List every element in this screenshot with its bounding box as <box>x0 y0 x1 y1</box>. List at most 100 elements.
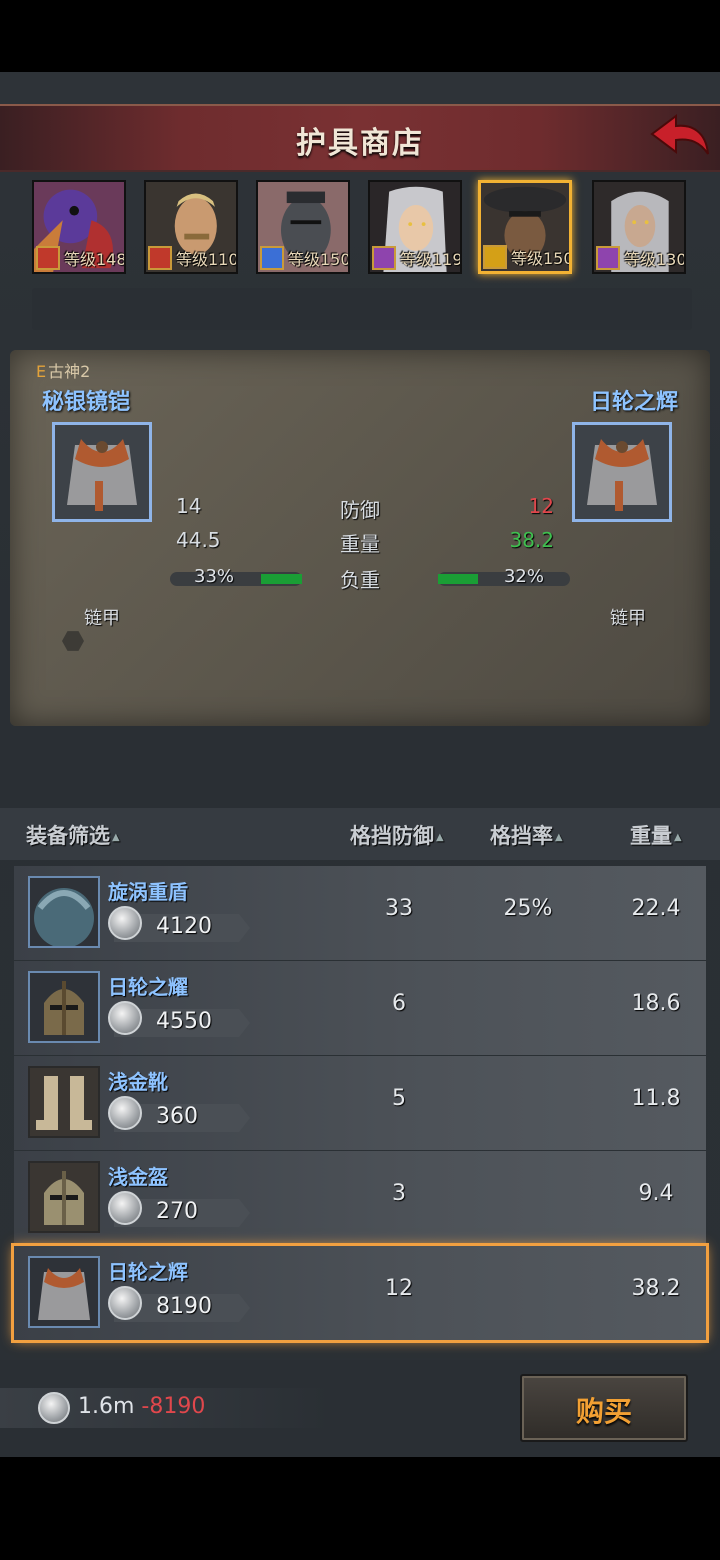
candidate-load-fill <box>438 574 478 584</box>
equipped-armor-slot[interactable] <box>52 422 152 522</box>
chainmail-icon <box>587 439 657 511</box>
hero-selector: 等级148 等级110 等级150 等级119 等级150 等级130 <box>0 172 720 292</box>
class-icon <box>483 245 507 269</box>
item-name: 旋涡重盾 <box>108 880 188 904</box>
armor-icon <box>28 1256 100 1328</box>
block-rate-sort[interactable]: 格挡率 ▲ <box>490 820 563 850</box>
sort-arrow-icon: ▲ <box>112 831 120 843</box>
coin-icon <box>108 1191 142 1225</box>
list-item[interactable]: 浅金靴 360 5 11.8 <box>14 1056 706 1150</box>
money-amount: 1.6m -8190 <box>78 1394 205 1419</box>
item-name: 浅金靴 <box>108 1070 168 1094</box>
block-def-value: 12 <box>385 1276 413 1301</box>
sort-arrow-icon: ▲ <box>674 831 682 843</box>
hero-level: 等级119 <box>400 250 462 269</box>
block-def-sort[interactable]: 格挡防御 ▲ <box>350 820 444 850</box>
candidate-defense: 12 <box>528 494 554 518</box>
sort-arrow-icon: ▲ <box>436 831 444 843</box>
item-name: 日轮之辉 <box>108 1260 188 1284</box>
filter-sort[interactable]: 装备筛选 ▲ <box>26 820 120 850</box>
list-item-selected[interactable]: 日轮之辉 8190 12 38.2 <box>14 1246 706 1340</box>
stat-defense: 14 防御 12 <box>170 494 560 524</box>
item-price: 360 <box>156 1104 198 1129</box>
equipped-defense: 14 <box>176 494 202 518</box>
item-name: 日轮之耀 <box>108 975 188 999</box>
buy-button[interactable]: 购买 <box>520 1374 688 1442</box>
item-price: 270 <box>156 1199 198 1224</box>
candidate-weight: 38.2 <box>509 528 554 552</box>
defense-label: 防御 <box>340 498 380 522</box>
coin-icon <box>108 1001 142 1035</box>
block-def-value: 5 <box>392 1086 406 1111</box>
weight-value: 11.8 <box>631 1086 681 1111</box>
item-price: 4120 <box>156 914 212 939</box>
coin-icon <box>108 906 142 940</box>
coin-icon <box>38 1392 70 1424</box>
shield-icon <box>28 876 100 948</box>
candidate-load: 32% <box>503 566 544 587</box>
equipped-load-bar <box>170 572 302 586</box>
block-def-value: 6 <box>392 991 406 1016</box>
money-value: 1.6m <box>78 1394 135 1419</box>
item-price: 8190 <box>156 1294 212 1319</box>
block-rate-value: 25% <box>503 896 553 921</box>
block-def-label: 格挡防御 <box>350 824 434 848</box>
list-item[interactable]: 浅金盔 270 3 9.4 <box>14 1151 706 1245</box>
item-price: 4550 <box>156 1009 212 1034</box>
weight-label: 重量 <box>630 824 672 848</box>
load-label: 负重 <box>340 568 380 592</box>
weight-value: 9.4 <box>638 1181 674 1206</box>
grade-letter: E <box>36 362 47 381</box>
back-arrow-icon[interactable] <box>648 110 712 164</box>
chainmail-icon <box>67 439 137 511</box>
helmet-icon <box>28 1161 100 1233</box>
filter-label: 装备筛选 <box>26 824 110 848</box>
hero-level: 等级110 <box>176 250 238 269</box>
boots-icon <box>28 1066 100 1138</box>
equipped-name: 秘银镜铠 <box>42 390 131 415</box>
item-name: 浅金盔 <box>108 1165 168 1189</box>
class-icon <box>260 246 284 270</box>
hero-portrait-3[interactable]: 等级150 <box>256 180 350 274</box>
block-def-value: 33 <box>385 896 413 921</box>
candidate-name: 日轮之辉 <box>589 390 678 415</box>
equipped-weight: 44.5 <box>176 528 221 552</box>
hero-portrait-5[interactable]: 等级150 <box>478 180 572 274</box>
sort-arrow-icon: ▲ <box>555 831 563 843</box>
status-bar <box>0 0 720 72</box>
coin-icon <box>108 1096 142 1130</box>
weight-label: 重量 <box>340 532 380 556</box>
class-icon <box>596 246 620 270</box>
compare-panel: E 古神2 秘银镜铠 链甲 日轮之辉 链甲 14 防御 12 44.5 重量 38… <box>10 350 710 726</box>
hero-portrait-6[interactable]: 等级130 <box>592 180 686 274</box>
weight-sort[interactable]: 重量 ▲ <box>630 820 682 850</box>
stat-load: 33% 负重 32% <box>170 564 570 594</box>
hero-level: 等级150 <box>511 249 572 268</box>
list-item[interactable]: 旋涡重盾 4120 33 25% 22.4 <box>14 866 706 960</box>
hero-portrait-4[interactable]: 等级119 <box>368 180 462 274</box>
weight-value: 38.2 <box>631 1276 681 1301</box>
money-display: 1.6m -8190 <box>0 1388 330 1428</box>
equipped-type: 链甲 <box>84 608 120 629</box>
buy-label: 购买 <box>575 1395 632 1428</box>
block-def-value: 3 <box>392 1181 406 1206</box>
equipped-load-fill <box>261 574 302 584</box>
hex-slot-icon <box>62 631 84 651</box>
candidate-type: 链甲 <box>610 608 646 629</box>
footer: 1.6m -8190 购买 <box>0 1360 720 1457</box>
candidate-armor-slot[interactable] <box>572 422 672 522</box>
hero-portrait-1[interactable]: 等级148 <box>32 180 126 274</box>
coin-icon <box>108 1286 142 1320</box>
tier-tag: E 古神2 <box>36 358 90 382</box>
hero-level: 等级150 <box>288 250 350 269</box>
nav-bar <box>0 1457 720 1560</box>
hero-info-strip <box>32 288 692 330</box>
tier-text: 古神2 <box>48 362 91 381</box>
list-item[interactable]: 日轮之耀 4550 6 18.6 <box>14 961 706 1055</box>
weight-value: 18.6 <box>631 991 681 1016</box>
hero-level: 等级148 <box>64 250 126 269</box>
title-bar: 护具商店 <box>0 104 720 172</box>
hero-portrait-2[interactable]: 等级110 <box>144 180 238 274</box>
hero-level: 等级130 <box>624 250 686 269</box>
page-title: 护具商店 <box>296 126 424 161</box>
